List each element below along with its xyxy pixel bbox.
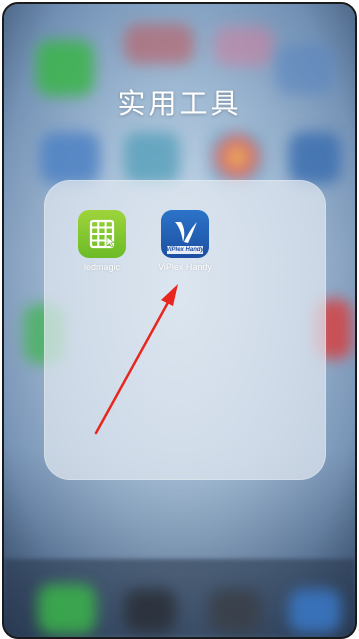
blurred-app-icon: [40, 132, 100, 184]
blurred-safari-icon: [289, 589, 341, 633]
blurred-settings-icon: [209, 589, 261, 633]
folder-title[interactable]: 实用工具: [0, 82, 359, 122]
viplex-handy-icon[interactable]: ViPlex Handy: [161, 210, 209, 258]
screenshot-page: 实用工具 ledmagic ViPlex Handy ViPlex Handy: [0, 0, 359, 639]
blurred-app-icon: [289, 132, 341, 184]
viplex-icon-text: ViPlex Handy: [166, 247, 204, 253]
blurred-camera-icon: [124, 589, 176, 633]
blurred-app-icon: [214, 26, 274, 66]
blurred-phone-icon: [38, 584, 96, 634]
app-viplex-handy[interactable]: ViPlex Handy ViPlex Handy: [153, 210, 217, 272]
app-ledmagic[interactable]: ledmagic: [70, 210, 134, 272]
ledmagic-grid-icon[interactable]: [78, 210, 126, 258]
blurred-photos-icon: [209, 130, 265, 184]
blurred-app-icon: [124, 132, 180, 184]
app-label-ledmagic: ledmagic: [83, 262, 121, 272]
app-label-viplex-handy: ViPlex Handy: [158, 262, 212, 272]
blurred-app-icon: [124, 24, 194, 64]
